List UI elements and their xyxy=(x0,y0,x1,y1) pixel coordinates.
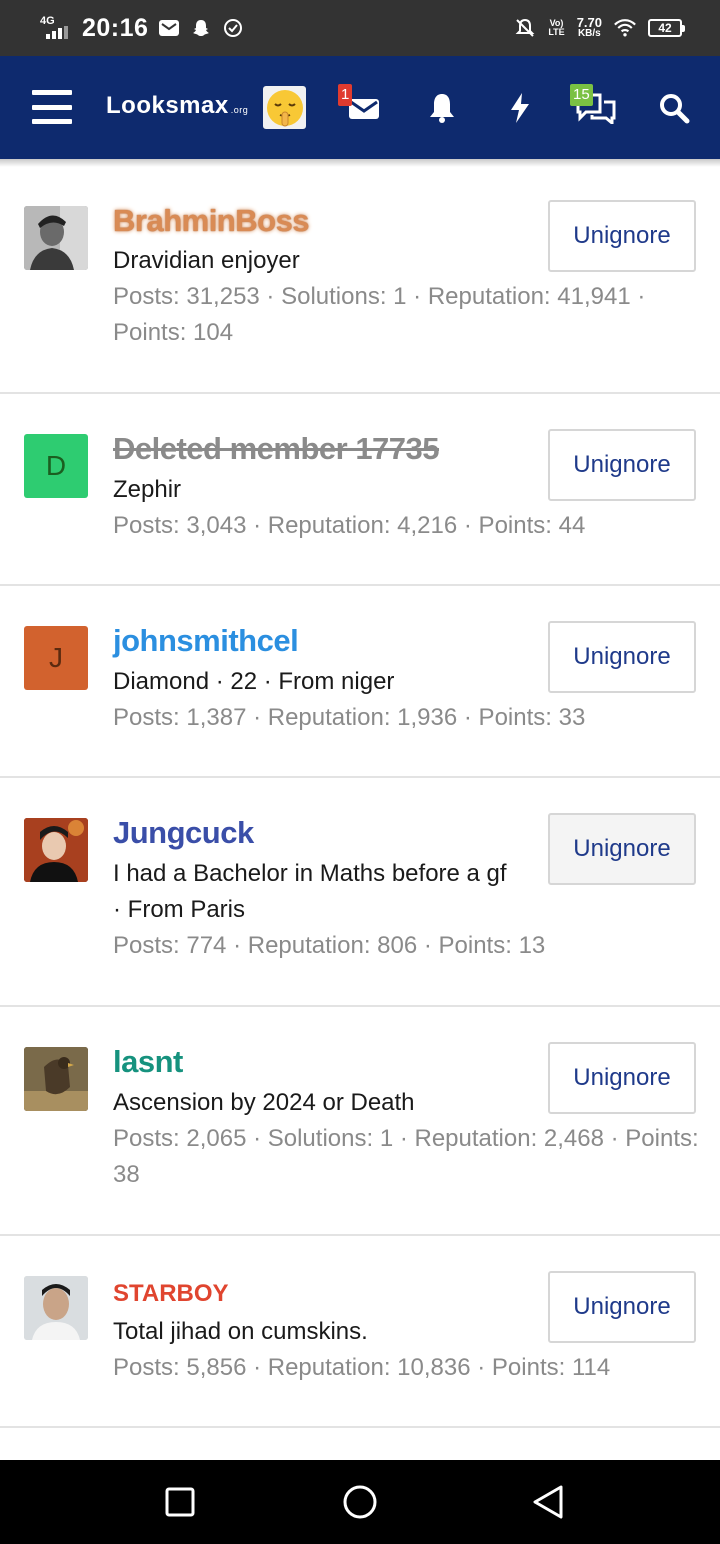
home-button[interactable] xyxy=(340,1482,380,1522)
member-avatar[interactable] xyxy=(24,206,88,270)
menu-icon[interactable] xyxy=(32,90,72,124)
member-row: BrahminBoss Dravidian enjoyer Posts: 31,… xyxy=(0,165,720,394)
volte-indicator: Vo) LTE xyxy=(548,18,565,37)
avatar-photo xyxy=(24,1047,88,1111)
inbox-button[interactable]: 1 xyxy=(338,84,388,132)
relieved-emoji-icon xyxy=(266,89,303,126)
member-name[interactable]: johnsmithcel xyxy=(113,623,299,659)
unignore-button[interactable]: Unignore xyxy=(548,200,696,272)
member-stats: Posts: 774 · Reputation: 806 · Points: 1… xyxy=(113,932,546,959)
email-notification-icon xyxy=(158,17,180,39)
unignore-button[interactable]: Unignore xyxy=(548,621,696,693)
bell-icon xyxy=(430,94,454,123)
member-avatar[interactable]: D xyxy=(24,434,88,498)
back-button[interactable] xyxy=(528,1482,568,1522)
member-row: J johnsmithcel Diamond · 22 · From niger… xyxy=(0,586,720,778)
member-avatar[interactable] xyxy=(24,1276,88,1340)
member-avatar[interactable]: J xyxy=(24,626,88,690)
conversations-button[interactable]: 15 xyxy=(570,84,620,132)
member-row: Jungcuck I had a Bachelor in Maths befor… xyxy=(0,778,720,1007)
unignore-button[interactable]: Unignore xyxy=(548,813,696,885)
member-title: Zephir xyxy=(113,476,182,503)
member-stats: Posts: 1,387 · Reputation: 1,936 · Point… xyxy=(113,704,586,731)
member-avatar[interactable] xyxy=(24,1047,88,1111)
member-name[interactable]: lasnt xyxy=(113,1044,183,1080)
member-name[interactable]: Jungcuck xyxy=(113,815,254,851)
avatar-photo xyxy=(24,1276,88,1340)
status-bar: 4G 20:16 Vo) LTE 7.70 KB/s 42 xyxy=(0,0,720,56)
whats-new-button[interactable] xyxy=(496,84,544,132)
mute-icon xyxy=(514,17,536,39)
alerts-button[interactable] xyxy=(418,84,466,132)
wifi-icon xyxy=(614,17,636,39)
member-name[interactable]: BrahminBoss xyxy=(113,203,310,239)
avatar-photo xyxy=(24,206,88,270)
snapchat-icon xyxy=(190,17,212,39)
site-logo[interactable]: Looksmax .org xyxy=(106,92,248,120)
square-icon xyxy=(165,1487,195,1517)
envelope-icon xyxy=(349,99,379,119)
recents-button[interactable] xyxy=(160,1482,200,1522)
network-speed: 7.70 KB/s xyxy=(576,15,602,39)
check-circle-icon xyxy=(222,17,244,39)
member-row: D Deleted member 17735 Zephir Posts: 3,0… xyxy=(0,394,720,586)
member-name[interactable]: STARBOY xyxy=(113,1280,229,1308)
inbox-badge: 1 xyxy=(338,84,353,106)
member-title: I had a Bachelor in Maths before a gf · … xyxy=(113,860,507,923)
app-header: Looksmax .org 1 15 xyxy=(0,56,720,159)
avatar-photo xyxy=(24,818,88,882)
conversations-badge: 15 xyxy=(570,84,593,106)
user-avatar[interactable] xyxy=(263,86,306,129)
search-button[interactable] xyxy=(650,84,698,132)
clock: 20:16 xyxy=(82,13,149,42)
status-right: Vo) LTE 7.70 KB/s 42 xyxy=(514,12,685,44)
member-stats: Posts: 5,856 · Reputation: 10,836 · Poin… xyxy=(113,1354,611,1381)
member-title: Total jihad on cumskins. xyxy=(113,1318,368,1345)
member-title: Dravidian enjoyer xyxy=(113,247,300,274)
member-title: Ascension by 2024 or Death xyxy=(113,1089,415,1116)
member-stats: Posts: 31,253 · Solutions: 1 · Reputatio… xyxy=(113,283,646,346)
member-title: Diamond · 22 · From niger xyxy=(113,668,395,695)
lightning-icon xyxy=(511,93,529,123)
member-stats: Posts: 2,065 · Solutions: 1 · Reputation… xyxy=(113,1125,699,1188)
unignore-button[interactable]: Unignore xyxy=(548,1271,696,1343)
member-name[interactable]: Deleted member 17735 xyxy=(113,431,440,467)
search-icon xyxy=(660,94,690,124)
status-left: 4G 20:16 xyxy=(40,12,244,44)
member-row: STARBOY Total jihad on cumskins. Posts: … xyxy=(0,1236,720,1428)
member-row: lasnt Ascension by 2024 or Death Posts: … xyxy=(0,1007,720,1236)
signal-icon: 4G xyxy=(40,15,72,41)
battery-indicator: 42 xyxy=(648,19,685,37)
system-nav-bar xyxy=(0,1460,720,1544)
triangle-back-icon xyxy=(533,1485,563,1519)
member-stats: Posts: 3,043 · Reputation: 4,216 · Point… xyxy=(113,512,586,539)
member-avatar[interactable] xyxy=(24,818,88,882)
circle-icon xyxy=(343,1485,377,1519)
unignore-button[interactable]: Unignore xyxy=(548,429,696,501)
unignore-button[interactable]: Unignore xyxy=(548,1042,696,1114)
